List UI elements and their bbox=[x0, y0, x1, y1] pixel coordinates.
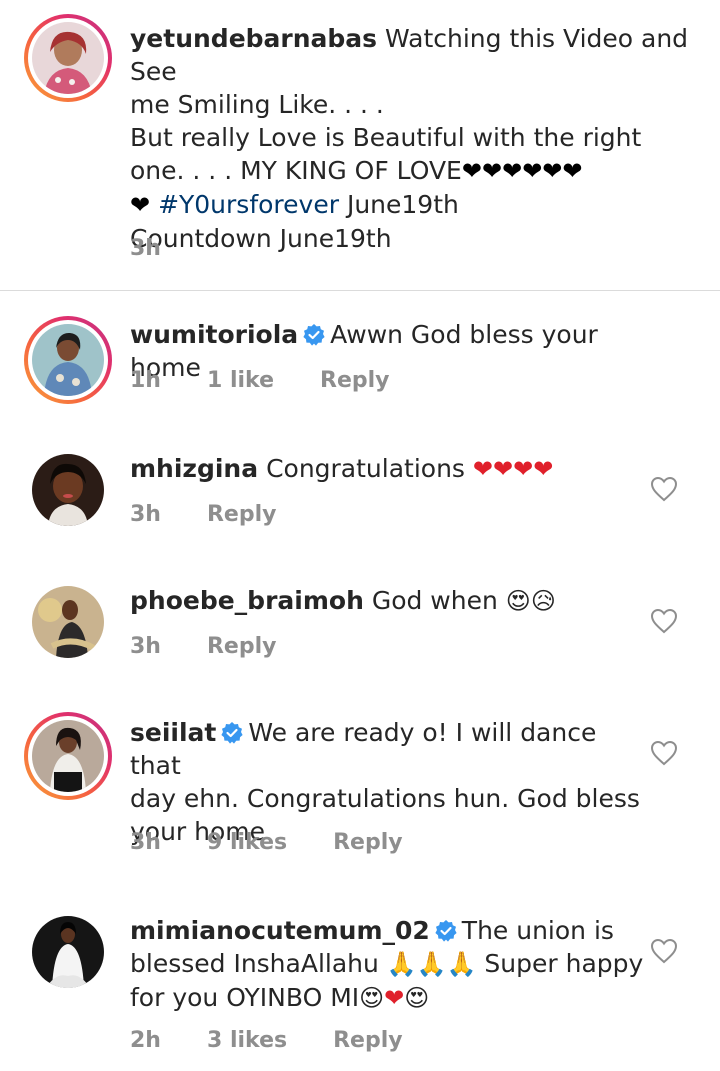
post-caption: yetundebarnabas Watching this Video and … bbox=[0, 0, 720, 291]
folded-hands-emoji: 🙏🙏🙏 bbox=[386, 950, 477, 978]
reply-button[interactable]: Reply bbox=[320, 368, 390, 393]
comment-item: mimianocutemum_02 The union is blessed I… bbox=[0, 898, 720, 1071]
heart-eyes-emoji: 😍 bbox=[359, 984, 385, 1012]
caption-line-3: But really Love is Beautiful with the ri… bbox=[130, 123, 642, 152]
comment-time: 3h bbox=[130, 502, 161, 527]
verified-badge-icon bbox=[221, 722, 243, 744]
comment-meta: 2h 3 likes Reply bbox=[130, 1028, 449, 1053]
caption-line-2: me Smiling Like. . . . bbox=[130, 90, 384, 119]
comment-likes[interactable]: 3 likes bbox=[207, 1028, 287, 1053]
caption-text: yetundebarnabas Watching this Video and … bbox=[130, 22, 690, 255]
like-heart-icon[interactable] bbox=[650, 938, 678, 964]
caption-date: June19th bbox=[346, 190, 459, 219]
caption-username[interactable]: yetundebarnabas bbox=[130, 24, 377, 53]
heart-eyes-emoji: 😍 bbox=[404, 984, 430, 1012]
avatar[interactable] bbox=[24, 578, 112, 666]
comment-line-2: day ehn. Congratulations hun. God bless bbox=[130, 784, 640, 813]
reply-button[interactable]: Reply bbox=[333, 1028, 403, 1053]
like-heart-icon[interactable] bbox=[650, 476, 678, 502]
comment-line-1: The union is bbox=[461, 916, 614, 945]
comment-text: mimianocutemum_02 The union is blessed I… bbox=[130, 914, 650, 1015]
reply-button[interactable]: Reply bbox=[207, 634, 277, 659]
comment-line-2b: Super happy bbox=[484, 949, 644, 978]
comment-meta: 1h 1 like Reply bbox=[130, 368, 436, 393]
comment-meta: 3h 9 likes Reply bbox=[130, 830, 449, 855]
black-heart-emoji: ❤❤❤❤❤❤ bbox=[461, 157, 583, 185]
avatar[interactable] bbox=[24, 446, 112, 534]
comment-meta: 3h Reply bbox=[130, 634, 322, 659]
caption-meta: 3h bbox=[130, 236, 207, 261]
avatar-image bbox=[32, 324, 104, 396]
avatar[interactable] bbox=[24, 712, 112, 800]
caption-line-4: one. . . . MY KING OF LOVE bbox=[130, 156, 462, 185]
comment-username[interactable]: mimianocutemum_02 bbox=[130, 916, 430, 945]
reply-button[interactable]: Reply bbox=[207, 502, 277, 527]
comment-text: seiilat We are ready o! I will dance tha… bbox=[130, 716, 650, 848]
sad-tear-emoji: 😥 bbox=[530, 587, 556, 615]
avatar-image bbox=[32, 454, 104, 526]
comment-item: seiilat We are ready o! I will dance tha… bbox=[0, 700, 720, 880]
verified-badge-icon bbox=[303, 324, 325, 346]
avatar[interactable] bbox=[24, 14, 112, 102]
comment-item: mhizgina Congratulations ❤❤❤❤ 3h Reply bbox=[0, 440, 720, 560]
comment-time: 1h bbox=[130, 368, 161, 393]
like-heart-icon[interactable] bbox=[650, 740, 678, 766]
comment-likes[interactable]: 1 like bbox=[207, 368, 274, 393]
black-heart-emoji: ❤ bbox=[130, 191, 151, 219]
comment-username[interactable]: wumitoriola bbox=[130, 320, 298, 349]
avatar-image bbox=[32, 586, 104, 658]
comment-line-3: for you OYINBO MI bbox=[130, 983, 360, 1012]
comment-item: phoebe_braimoh God when 😍😥 3h Reply bbox=[0, 572, 720, 692]
comment-time: 3h bbox=[130, 830, 161, 855]
comment-body: Congratulations bbox=[266, 454, 465, 483]
red-heart-emoji: ❤❤❤❤ bbox=[472, 455, 554, 483]
comment-time: 2h bbox=[130, 1028, 161, 1053]
like-heart-icon[interactable] bbox=[650, 608, 678, 634]
comment-time: 3h bbox=[130, 634, 161, 659]
avatar-image bbox=[32, 916, 104, 988]
comment-item: wumitoriola Awwn God bless your home 1h 1… bbox=[0, 300, 720, 420]
heart-eyes-emoji: 😍 bbox=[505, 587, 531, 615]
avatar-image bbox=[32, 22, 104, 94]
caption-time: 3h bbox=[130, 236, 161, 261]
comment-username[interactable]: seiilat bbox=[130, 718, 216, 747]
avatar[interactable] bbox=[24, 316, 112, 404]
comment-username[interactable]: mhizgina bbox=[130, 454, 258, 483]
reply-button[interactable]: Reply bbox=[333, 830, 403, 855]
caption-hashtag[interactable]: #Y0ursforever bbox=[158, 190, 339, 219]
comment-username[interactable]: phoebe_braimoh bbox=[130, 586, 364, 615]
comment-line-2: blessed InshaAllahu bbox=[130, 949, 379, 978]
comment-text: mhizgina Congratulations ❤❤❤❤ bbox=[130, 452, 650, 486]
comment-meta: 3h Reply bbox=[130, 502, 322, 527]
comment-body: God when bbox=[371, 586, 498, 615]
avatar-image bbox=[32, 720, 104, 792]
comment-likes[interactable]: 9 likes bbox=[207, 830, 287, 855]
verified-badge-icon bbox=[435, 920, 457, 942]
comment-text: phoebe_braimoh God when 😍😥 bbox=[130, 584, 650, 618]
avatar[interactable] bbox=[24, 908, 112, 996]
red-heart-emoji: ❤ bbox=[384, 984, 405, 1012]
